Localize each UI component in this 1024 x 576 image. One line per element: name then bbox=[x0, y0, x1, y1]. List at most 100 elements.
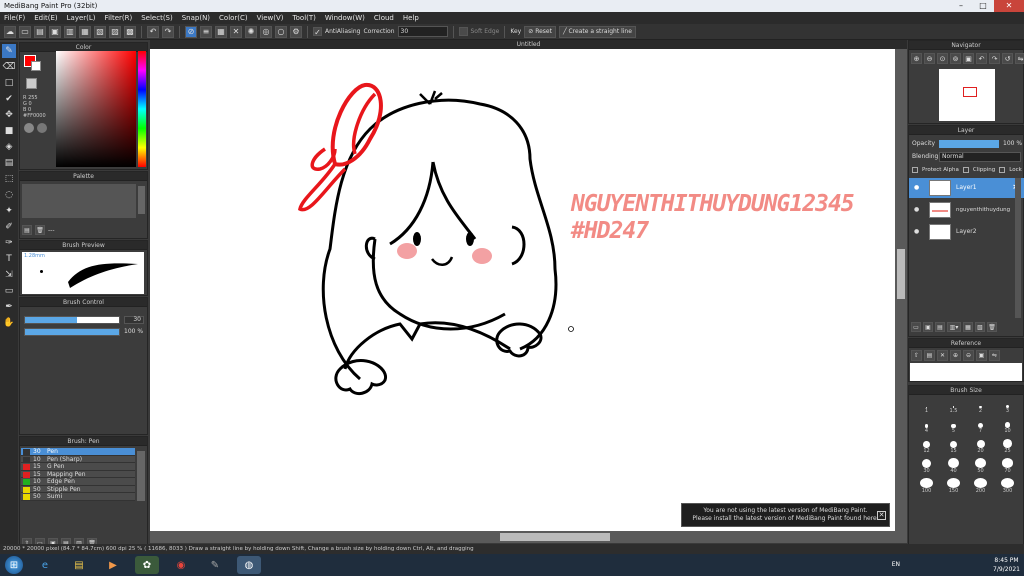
saturation-value-picker[interactable] bbox=[56, 51, 136, 167]
snap-settings-icon[interactable]: ⚙ bbox=[290, 25, 302, 38]
brush-size-option[interactable]: 25 bbox=[994, 438, 1021, 454]
menu-color[interactable]: Color(C) bbox=[219, 12, 248, 24]
rotate-right-icon[interactable]: ↷ bbox=[989, 53, 1000, 64]
brush-size-option[interactable]: 5 bbox=[940, 418, 967, 434]
menu-layer[interactable]: Layer(L) bbox=[67, 12, 96, 24]
soft-edge-checkbox[interactable] bbox=[458, 27, 468, 36]
fill-icon[interactable]: ▧ bbox=[94, 25, 106, 38]
select-pen-tool-icon[interactable]: ✐ bbox=[2, 220, 16, 234]
brush-size-option[interactable]: 20 bbox=[967, 438, 994, 454]
dot-tool-icon[interactable]: ✔ bbox=[2, 92, 16, 106]
brush-size-option[interactable]: 2 bbox=[967, 398, 994, 414]
zoom-out-icon[interactable]: ⊖ bbox=[924, 53, 935, 64]
zoom-actual-icon[interactable]: ⊚ bbox=[950, 53, 961, 64]
palette-delete-icon[interactable]: 🗑 bbox=[35, 225, 45, 235]
ref-upload-icon[interactable]: ⇧ bbox=[911, 350, 922, 361]
new-file-icon[interactable]: ▭ bbox=[19, 25, 31, 38]
medibang-icon[interactable]: ◍ bbox=[237, 556, 261, 574]
duplicate-layer-icon[interactable]: ▤ bbox=[935, 322, 945, 332]
clear-icon[interactable]: ▦ bbox=[79, 25, 91, 38]
menu-view[interactable]: View(V) bbox=[257, 12, 284, 24]
ref-open-icon[interactable]: ▤ bbox=[924, 350, 935, 361]
deselect-icon[interactable]: ▩ bbox=[124, 25, 136, 38]
ref-fit-icon[interactable]: ▣ bbox=[976, 350, 987, 361]
snap-curve-icon[interactable]: ○ bbox=[275, 25, 287, 38]
layer-scrollbar[interactable] bbox=[1015, 178, 1021, 318]
lasso-tool-icon[interactable]: ◌ bbox=[2, 188, 16, 202]
bucket-tool-icon[interactable]: ◈ bbox=[2, 140, 16, 154]
brush-size-option[interactable]: 1 bbox=[913, 398, 940, 414]
zoom-in-icon[interactable]: ⊕ bbox=[911, 53, 922, 64]
color-wheel-icon[interactable] bbox=[37, 123, 47, 133]
brush-item[interactable]: 15 G Pen bbox=[21, 463, 135, 471]
invert-icon[interactable]: ▨ bbox=[109, 25, 121, 38]
brush-item[interactable]: 10 Edge Pen bbox=[21, 478, 135, 486]
cloud-icon[interactable]: ☁ bbox=[4, 25, 16, 38]
menu-tool[interactable]: Tool(T) bbox=[293, 12, 316, 24]
brush-size-option[interactable]: 50 bbox=[967, 458, 994, 474]
menu-cloud[interactable]: Cloud bbox=[374, 12, 394, 24]
language-indicator[interactable]: EN bbox=[892, 560, 900, 569]
select-eraser-tool-icon[interactable]: ✑ bbox=[2, 236, 16, 250]
brush-size-option[interactable]: 100 bbox=[913, 478, 940, 494]
menu-filter[interactable]: Filter(R) bbox=[105, 12, 133, 24]
snap-vanishing-icon[interactable]: ✕ bbox=[230, 25, 242, 38]
layer-copy-icon[interactable]: ▧ bbox=[975, 322, 985, 332]
navigator-viewport[interactable] bbox=[963, 87, 977, 97]
magic-wand-tool-icon[interactable]: ✦ bbox=[2, 204, 16, 218]
pen-tool-icon[interactable]: ✎ bbox=[2, 44, 16, 58]
brush-size-option[interactable]: 15 bbox=[940, 438, 967, 454]
canvas-horizontal-scrollbar[interactable] bbox=[150, 531, 895, 543]
brush-item[interactable]: 30 Pen bbox=[21, 448, 135, 456]
brush-list-scrollbar[interactable] bbox=[137, 451, 145, 501]
brush-size-option[interactable]: 10 bbox=[994, 418, 1021, 434]
ref-zoom-out-icon[interactable]: ⊖ bbox=[963, 350, 974, 361]
hand-tool-icon[interactable]: ✋ bbox=[2, 316, 16, 330]
menu-select[interactable]: Select(S) bbox=[141, 12, 173, 24]
divide-tool-icon[interactable]: ▭ bbox=[2, 284, 16, 298]
brush-size-slider[interactable] bbox=[24, 316, 120, 324]
brush-item[interactable]: 50 Stipple Pen bbox=[21, 485, 135, 493]
ie-icon[interactable]: e bbox=[33, 556, 57, 574]
chrome-icon[interactable]: ◉ bbox=[169, 556, 193, 574]
brush-size-option[interactable]: 40 bbox=[940, 458, 967, 474]
antialiasing-checkbox[interactable]: ✓ bbox=[313, 27, 322, 37]
app-icon[interactable]: ✿ bbox=[135, 556, 159, 574]
transparent-color-swatch[interactable] bbox=[26, 78, 37, 89]
brush-size-option[interactable]: 4 bbox=[913, 418, 940, 434]
layer-row-layer2[interactable]: ● Layer2 bbox=[909, 222, 1024, 242]
palette-area[interactable] bbox=[22, 184, 136, 218]
blending-select[interactable]: Normal bbox=[939, 152, 1021, 162]
fill-rect-tool-icon[interactable]: ■ bbox=[2, 124, 16, 138]
canvas-vscroll-thumb[interactable] bbox=[897, 249, 905, 299]
shape-tool-icon[interactable]: □ bbox=[2, 76, 16, 90]
straight-line-button[interactable]: ╱ Create a straight line bbox=[558, 25, 636, 38]
close-window-button[interactable]: ✕ bbox=[994, 0, 1024, 12]
move-tool-icon[interactable]: ✥ bbox=[2, 108, 16, 122]
secondary-color-swatch[interactable] bbox=[31, 61, 41, 71]
brush-item[interactable]: 10 Pen (Sharp) bbox=[21, 455, 135, 463]
brush-size-value[interactable]: 30 bbox=[124, 316, 144, 324]
export-icon[interactable]: ▥ bbox=[64, 25, 76, 38]
operation-tool-icon[interactable]: ⇲ bbox=[2, 268, 16, 282]
redo-icon[interactable]: ↷ bbox=[162, 25, 174, 38]
color-mode-icon[interactable] bbox=[24, 123, 34, 133]
menu-snap[interactable]: Snap(N) bbox=[182, 12, 210, 24]
brush-size-option[interactable]: 70 bbox=[994, 458, 1021, 474]
layer-folder-icon[interactable]: ▦ bbox=[963, 322, 973, 332]
minimize-button[interactable]: – bbox=[950, 0, 972, 12]
tool-icon[interactable]: ✎ bbox=[203, 556, 227, 574]
snap-radial-icon[interactable]: ✺ bbox=[245, 25, 257, 38]
clock-date[interactable]: 7/9/2021 bbox=[993, 565, 1020, 574]
rotate-reset-icon[interactable]: ↺ bbox=[1002, 53, 1013, 64]
ref-flip-icon[interactable]: ⇋ bbox=[989, 350, 1000, 361]
lock-checkbox[interactable] bbox=[999, 167, 1006, 173]
visibility-eye-icon[interactable]: ● bbox=[914, 178, 919, 198]
snap-circle-icon[interactable]: ◎ bbox=[260, 25, 272, 38]
snap-parallel-icon[interactable]: ≡ bbox=[200, 25, 212, 38]
fit-window-icon[interactable]: ▣ bbox=[963, 53, 974, 64]
menu-window[interactable]: Window(W) bbox=[325, 12, 365, 24]
brush-size-option[interactable]: 7 bbox=[967, 418, 994, 434]
palette-add-icon[interactable]: ▤ bbox=[22, 225, 32, 235]
add-layer-icon[interactable]: ▭ bbox=[911, 322, 921, 332]
